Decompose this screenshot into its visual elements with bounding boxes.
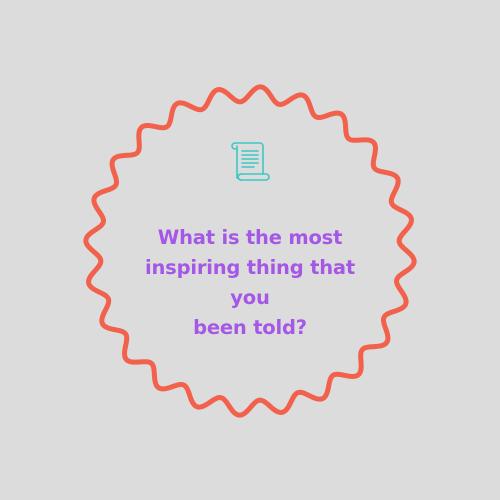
- question-text: What is the most inspiring thing that yo…: [145, 226, 355, 339]
- quote-card: What is the most inspiring thing that yo…: [0, 0, 500, 500]
- scroll-icon: [231, 142, 270, 181]
